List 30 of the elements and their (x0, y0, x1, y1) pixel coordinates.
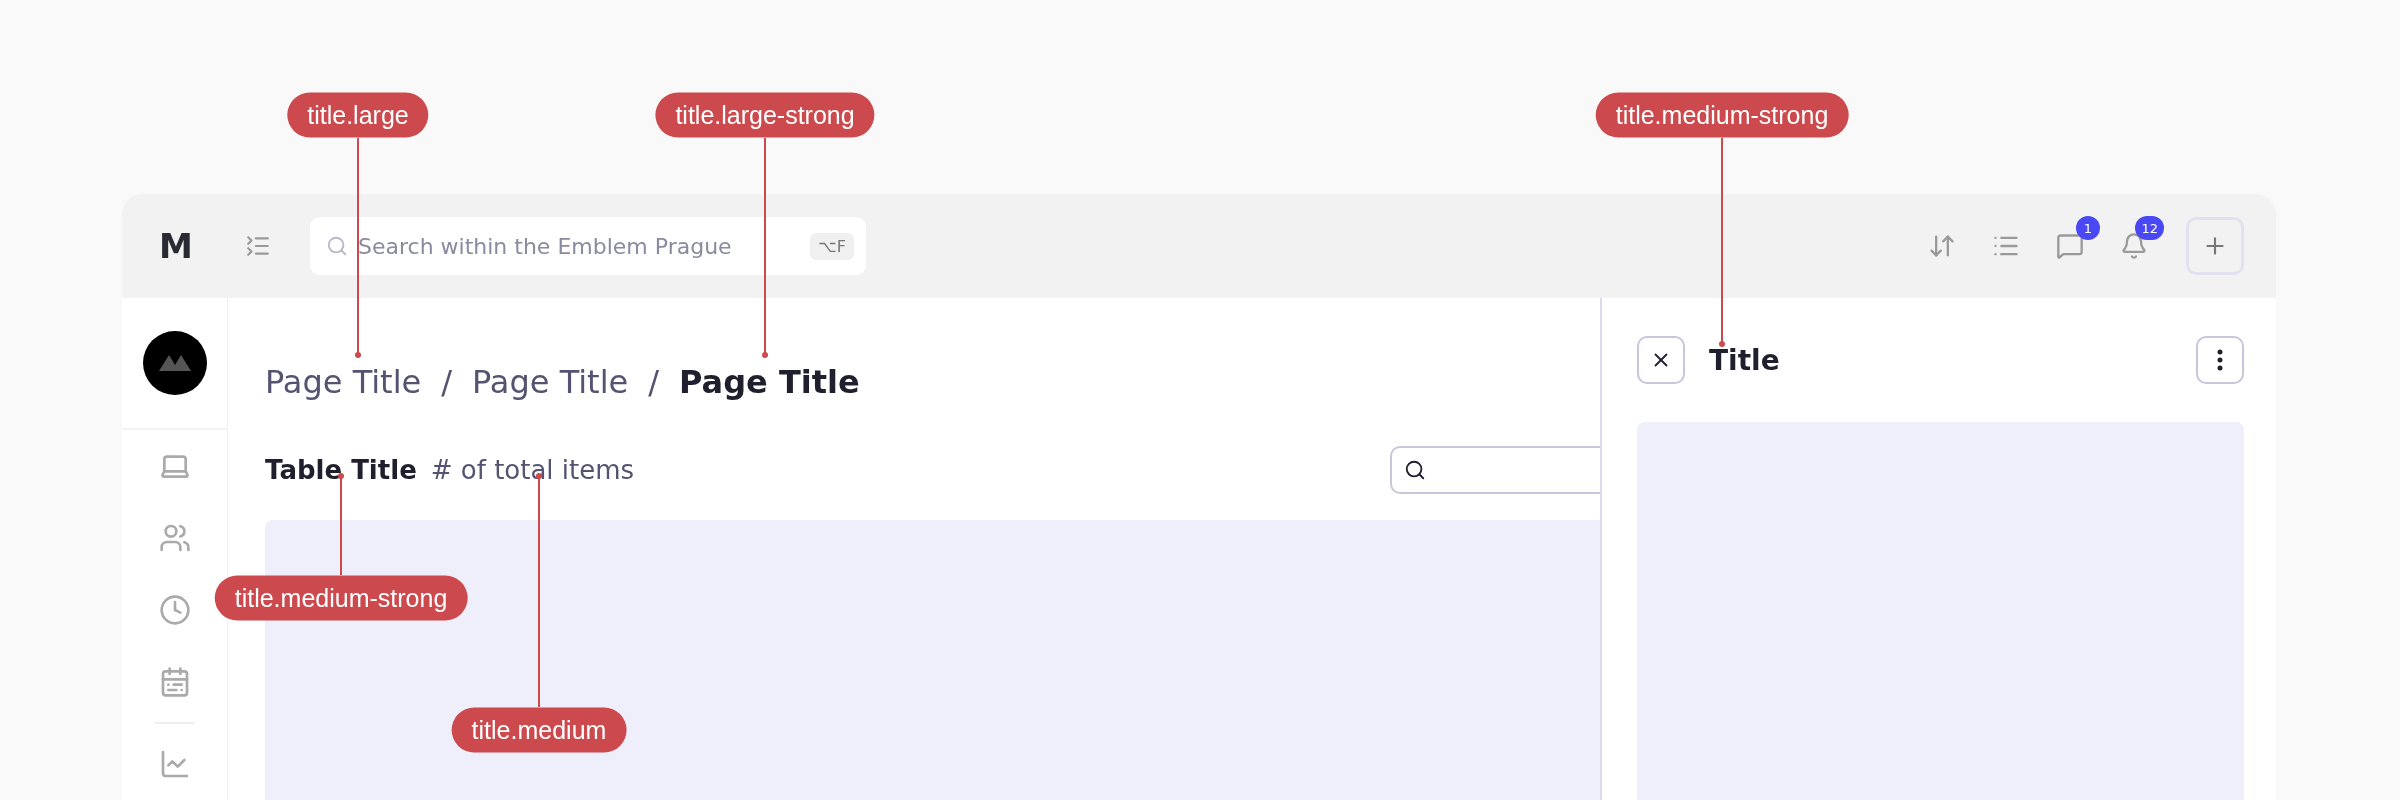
search-icon (326, 235, 348, 257)
breadcrumb-link[interactable]: Page Title (472, 363, 629, 401)
avatar (142, 331, 207, 396)
current-page-title: Page Title (679, 363, 860, 401)
search-icon (1404, 459, 1426, 481)
breadcrumb-link[interactable]: Page Title (265, 363, 422, 401)
annotation-label: title.medium-strong (1595, 92, 1849, 138)
shortcut-key: ⌥F (810, 232, 854, 260)
annotation-label: title.large (287, 92, 429, 138)
close-button[interactable] (1637, 336, 1685, 384)
annotation-label: title.medium-strong (214, 575, 468, 621)
breadcrumb-separator: / (648, 363, 659, 401)
more-button[interactable] (2196, 336, 2244, 384)
search-field[interactable]: Search within the Emblem Prague ⌥F (310, 217, 866, 275)
notifications-button[interactable]: 12 (2104, 216, 2164, 276)
breadcrumb-separator: / (441, 363, 452, 401)
search-field[interactable] (1390, 446, 1600, 494)
annotation-label: title.large-strong (655, 92, 875, 138)
panel-title: Title (1709, 343, 1781, 377)
chat-icon (2056, 232, 2084, 260)
add-button[interactable] (2186, 217, 2244, 275)
kebab-icon (2217, 349, 2223, 371)
chat-button[interactable]: 1 (2040, 216, 2100, 276)
bell-icon (2120, 232, 2148, 260)
count-badge: 1 (2076, 216, 2100, 240)
table-title: Table Title (265, 455, 417, 485)
count-badge: 12 (2135, 216, 2164, 240)
annotation-label: title.medium (451, 707, 627, 753)
item-count: # of total items (430, 455, 635, 485)
logo: M (158, 226, 192, 266)
